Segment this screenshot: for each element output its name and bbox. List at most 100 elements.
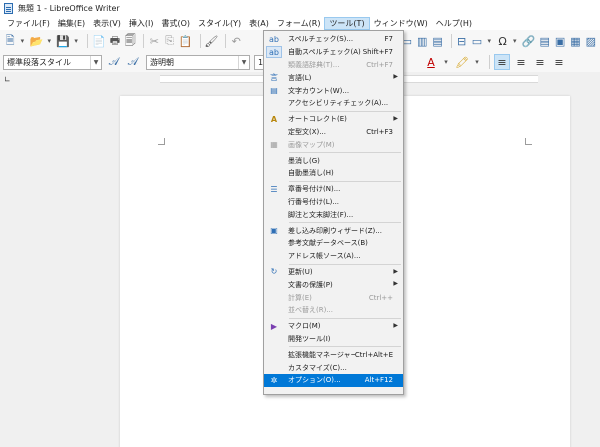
special-character-icon[interactable]: Ω bbox=[496, 33, 508, 49]
menu-form[interactable]: フォーム(R) bbox=[273, 17, 325, 30]
menu-item-label: 拡張機能マネージャー(E)... bbox=[288, 350, 355, 359]
align-center-icon[interactable]: ≡ bbox=[513, 54, 529, 70]
menu-item-macros[interactable]: ▶ マクロ(M) ▶ bbox=[264, 320, 403, 333]
print-icon[interactable]: 🖶 bbox=[109, 33, 121, 49]
menu-item-shortcut: Ctrl+Alt+E bbox=[354, 350, 393, 359]
menu-item-word-count[interactable]: ▤ 文字カウント(W)... bbox=[264, 84, 403, 97]
menu-item-bibliography-database[interactable]: 参考文献データベース(B) bbox=[264, 237, 403, 250]
menu-item-customize[interactable]: カスタマイズ(C)... bbox=[264, 361, 403, 374]
menu-item-autocorrect[interactable]: A オートコレクト(E) ▶ bbox=[264, 113, 403, 126]
menu-item-auto-spellcheck[interactable]: ab 自動スペルチェック(A) Shift+F7 bbox=[264, 46, 403, 59]
field-icon[interactable]: ▭ bbox=[471, 33, 483, 49]
new-style-icon[interactable]: 𝒜 bbox=[125, 54, 141, 70]
export-pdf-icon[interactable]: 📄 bbox=[92, 33, 106, 49]
menu-item-label: 画像マップ(M) bbox=[288, 140, 335, 149]
menu-separator bbox=[289, 263, 401, 265]
title-bar: 無題 1 - LibreOffice Writer bbox=[0, 0, 600, 16]
toolbar-separator bbox=[87, 34, 89, 48]
highlighting-dropdown-icon[interactable]: ▾ bbox=[473, 54, 481, 70]
menu-file[interactable]: ファイル(F) bbox=[3, 17, 54, 30]
menu-item-spelling[interactable]: ab スペルチェック(S)... F7 bbox=[264, 33, 403, 46]
menu-item-thesaurus[interactable]: 類義語辞典(T)... Ctrl+F7 bbox=[264, 59, 403, 72]
save-icon[interactable]: 💾 bbox=[56, 33, 70, 49]
open-dropdown-icon[interactable]: ▾ bbox=[46, 33, 52, 49]
tab-stop-icon[interactable]: ∟ bbox=[4, 75, 11, 84]
print-preview-icon[interactable]: 🗐 bbox=[124, 33, 136, 49]
menu-item-label: 開発ツール(I) bbox=[288, 334, 331, 343]
paragraph-style-combo[interactable]: 標準段落スタイル ▼ bbox=[3, 54, 102, 70]
menu-item-options[interactable]: ✲ オプション(O)... Alt+F12 bbox=[264, 373, 403, 387]
menu-item-redact[interactable]: 墨消し(G) bbox=[264, 154, 403, 167]
chapter-numbering-icon: ☰ bbox=[270, 184, 278, 194]
menu-item-update[interactable]: ↻ 更新(U) ▶ bbox=[264, 266, 403, 279]
menu-table[interactable]: 表(A) bbox=[245, 17, 273, 30]
menu-help[interactable]: ヘルプ(H) bbox=[432, 17, 476, 30]
writer-document-icon bbox=[4, 2, 13, 14]
text-box-icon[interactable]: ▤ bbox=[431, 33, 443, 49]
menu-item-extension-manager[interactable]: 拡張機能マネージャー(E)... Ctrl+Alt+E bbox=[264, 348, 403, 361]
track-changes-icon[interactable]: ▦ bbox=[569, 33, 581, 49]
menu-item-auto-redact[interactable]: 自動墨消し(H) bbox=[264, 167, 403, 180]
menu-item-development-tools[interactable]: 開発ツール(I) bbox=[264, 333, 403, 346]
menu-item-calculate[interactable]: 計算(E) Ctrl++ bbox=[264, 291, 403, 304]
undo-icon[interactable]: ↶ bbox=[230, 33, 242, 49]
page-break-icon[interactable]: ⊟ bbox=[455, 33, 467, 49]
new-dropdown-icon[interactable]: ▾ bbox=[19, 33, 25, 49]
font-color-dropdown-icon[interactable]: ▾ bbox=[442, 54, 450, 70]
menu-item-accessibility-check[interactable]: アクセシビリティチェック(A)... bbox=[264, 97, 403, 110]
menu-item-image-map[interactable]: ▦ 画像マップ(M) bbox=[264, 138, 403, 151]
menu-item-line-numbering[interactable]: 行番号付け(L)... bbox=[264, 196, 403, 209]
menu-insert[interactable]: 挿入(I) bbox=[125, 17, 158, 30]
menu-item-protect-document[interactable]: 文書の保護(P) ▶ bbox=[264, 278, 403, 291]
text-boundary-corner bbox=[525, 138, 532, 145]
submenu-arrow-icon: ▶ bbox=[393, 73, 398, 81]
menu-window[interactable]: ウィンドウ(W) bbox=[370, 17, 432, 30]
new-document-icon[interactable]: 🗎 bbox=[4, 33, 16, 49]
menu-view[interactable]: 表示(V) bbox=[89, 17, 125, 30]
menu-item-autotext[interactable]: 定型文(X)... Ctrl+F3 bbox=[264, 126, 403, 139]
menu-item-shortcut: F7 bbox=[384, 35, 393, 44]
open-folder-icon[interactable]: 📂 bbox=[30, 33, 44, 49]
menu-item-label: 文字カウント(W)... bbox=[288, 86, 350, 95]
justify-icon[interactable]: ≡ bbox=[551, 54, 567, 70]
menu-item-label: マクロ(M) bbox=[288, 322, 321, 331]
menu-item-language[interactable]: 言 言語(L) ▶ bbox=[264, 71, 403, 84]
menu-item-label: 定型文(X)... bbox=[288, 127, 326, 136]
menu-format[interactable]: 書式(O) bbox=[157, 17, 194, 30]
highlighting-icon[interactable]: 🖍 bbox=[454, 54, 470, 70]
menu-item-footnotes-endnotes[interactable]: 脚注と文末脚注(F)... bbox=[264, 208, 403, 221]
line-icon[interactable]: ▨ bbox=[585, 33, 597, 49]
cut-icon[interactable]: ✂ bbox=[148, 33, 160, 49]
hyperlink-icon[interactable]: 🔗 bbox=[522, 33, 536, 49]
menu-tools[interactable]: ツール(T) bbox=[324, 16, 370, 30]
menu-item-address-book-source[interactable]: アドレス帳ソース(A)... bbox=[264, 250, 403, 263]
copy-icon[interactable]: ⎘ bbox=[164, 33, 176, 49]
save-dropdown-icon[interactable]: ▾ bbox=[73, 33, 79, 49]
font-name-combo[interactable]: 游明朝 ▼ bbox=[146, 54, 250, 70]
chevron-down-icon[interactable]: ▼ bbox=[238, 55, 249, 69]
chart-icon[interactable]: ▥ bbox=[416, 33, 428, 49]
menu-edit[interactable]: 編集(E) bbox=[54, 17, 89, 30]
align-left-icon[interactable]: ≡ bbox=[494, 54, 510, 70]
footnote-icon[interactable]: ▤ bbox=[539, 33, 551, 49]
auto-spellcheck-icon: ab bbox=[266, 46, 282, 59]
paste-icon[interactable]: 📋 bbox=[179, 33, 193, 49]
align-right-icon[interactable]: ≡ bbox=[532, 54, 548, 70]
field-dropdown-icon[interactable]: ▾ bbox=[486, 33, 492, 49]
image-map-icon: ▦ bbox=[270, 140, 278, 150]
special-char-dropdown-icon[interactable]: ▾ bbox=[512, 33, 518, 49]
comment-icon[interactable]: ▣ bbox=[554, 33, 566, 49]
menu-item-mail-merge[interactable]: ▣ 差し込み印刷ウィザード(Z)... bbox=[264, 224, 403, 237]
clone-formatting-icon[interactable]: 🖌 bbox=[204, 33, 218, 49]
chevron-down-icon[interactable]: ▼ bbox=[90, 55, 101, 69]
update-icon: ↻ bbox=[270, 267, 278, 277]
menu-item-label: 差し込み印刷ウィザード(Z)... bbox=[288, 226, 382, 235]
menu-styles[interactable]: スタイル(Y) bbox=[194, 17, 245, 30]
menu-item-sort[interactable]: 並べ替え(R)... bbox=[264, 304, 403, 317]
toolbar-separator bbox=[143, 34, 145, 48]
font-color-icon[interactable]: A bbox=[423, 54, 439, 70]
menu-item-shortcut: Ctrl+F3 bbox=[366, 127, 393, 136]
menu-item-chapter-numbering[interactable]: ☰ 章番号付け(N)... bbox=[264, 183, 403, 196]
toolbar-separator bbox=[450, 34, 452, 48]
update-style-icon[interactable]: 𝒜 bbox=[106, 54, 122, 70]
